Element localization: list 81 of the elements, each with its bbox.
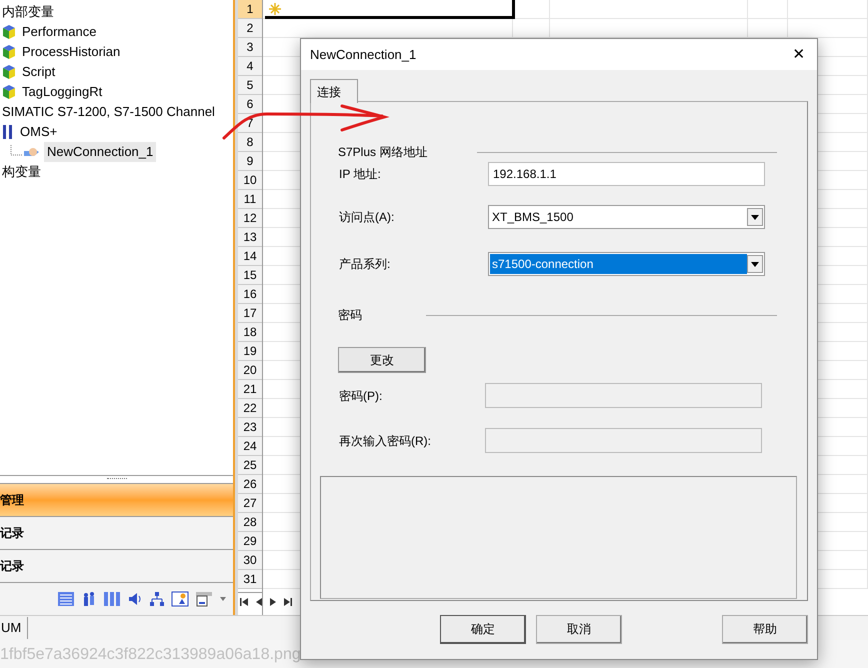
row-number[interactable]: 20 — [238, 361, 262, 380]
row-number[interactable]: 27 — [238, 494, 262, 513]
caret-icon — [751, 214, 759, 220]
cube-icon — [2, 84, 16, 100]
window-title: NewConnection_1 — [310, 46, 416, 64]
row-number[interactable]: 22 — [238, 399, 262, 418]
nav-section[interactable]: 管理 — [0, 483, 233, 516]
row-number[interactable]: 29 — [238, 532, 262, 551]
tree-item[interactable]: TagLoggingRt — [22, 82, 102, 102]
row-number[interactable]: 13 — [238, 228, 262, 247]
row-number[interactable]: 23 — [238, 418, 262, 437]
tree-item[interactable]: NewConnection_1 — [44, 142, 156, 162]
driver-icon — [2, 124, 14, 140]
row-number[interactable]: 30 — [238, 551, 262, 570]
row-number[interactable]: 17 — [238, 304, 262, 323]
cube-icon — [2, 64, 16, 80]
row-number[interactable]: 15 — [238, 266, 262, 285]
nav-section[interactable]: 记录 — [0, 516, 233, 549]
field-label: 访问点(A): — [338, 209, 396, 226]
binders-icon[interactable] — [103, 591, 121, 607]
row-number[interactable]: 14 — [238, 247, 262, 266]
tree-item[interactable]: Performance — [22, 22, 96, 42]
caret-icon[interactable] — [219, 596, 227, 602]
field-label: 产品系列: — [338, 256, 392, 273]
cube-icon — [2, 44, 16, 60]
last-icon[interactable] — [284, 597, 292, 607]
tree-item[interactable]: ProcessHistorian — [22, 42, 120, 62]
document-icon[interactable] — [195, 591, 213, 607]
row-number[interactable]: 1 — [238, 0, 262, 19]
speaker-icon[interactable] — [127, 591, 143, 607]
row-number[interactable]: 21 — [238, 380, 262, 399]
tree-heading: 内部变量 — [2, 3, 54, 21]
cube-icon — [2, 24, 16, 40]
row-number[interactable]: 9 — [238, 152, 262, 171]
row-number[interactable]: 18 — [238, 323, 262, 342]
row-number[interactable]: 25 — [238, 456, 262, 475]
tree-item[interactable]: OMS+ — [20, 122, 58, 142]
row-number[interactable]: 26 — [238, 475, 262, 494]
caret-icon — [751, 262, 759, 266]
row-number[interactable]: 28 — [238, 513, 262, 532]
group-label: S7Plus 网络地址 — [338, 144, 428, 161]
row-number[interactable]: 10 — [238, 171, 262, 190]
status-text: UM — [0, 617, 28, 639]
dialog-button[interactable]: 取消 — [536, 614, 622, 644]
sparkle-icon — [268, 2, 282, 16]
row-number[interactable]: 19 — [238, 342, 262, 361]
hierarchy-icon[interactable] — [149, 591, 165, 607]
row-number[interactable]: 8 — [238, 133, 262, 152]
dialog-button[interactable]: 确定 — [440, 614, 526, 644]
selected-cell[interactable] — [265, 0, 515, 19]
tree-item[interactable]: SIMATIC S7-1200, S7-1500 Channel — [2, 102, 215, 122]
field-label: IP 地址: — [338, 166, 382, 183]
dialog-button[interactable]: 帮助 — [722, 614, 808, 644]
input-field[interactable]: 192.168.1.1 — [488, 162, 765, 186]
row-number[interactable]: 11 — [238, 190, 262, 209]
row-number[interactable]: 16 — [238, 285, 262, 304]
dropdown[interactable]: s71500-connection — [488, 252, 765, 276]
previous-icon[interactable] — [256, 597, 262, 607]
row-number[interactable]: 31 — [238, 570, 262, 589]
nav-section[interactable]: 记录 — [0, 549, 233, 582]
row-number[interactable]: 4 — [238, 57, 262, 76]
row-number[interactable]: 24 — [238, 437, 262, 456]
dropdown[interactable]: XT_BMS_1500 — [488, 205, 765, 229]
field-label: 再次输入密码(R): — [338, 432, 432, 450]
row-number[interactable]: 12 — [238, 209, 262, 228]
field-label: 密码(P): — [338, 388, 384, 404]
tree-item[interactable]: Script — [22, 62, 56, 82]
users-icon[interactable] — [81, 591, 97, 607]
row-number[interactable]: 6 — [238, 95, 262, 114]
row-number[interactable]: 3 — [238, 38, 262, 57]
tab[interactable]: 连接 — [310, 79, 358, 103]
table-icon[interactable] — [57, 591, 75, 607]
row-number[interactable]: 5 — [238, 76, 262, 95]
first-icon[interactable] — [240, 597, 248, 607]
next-icon[interactable] — [270, 597, 276, 607]
row-number[interactable]: 2 — [238, 19, 262, 38]
change-button[interactable]: 更改 — [338, 347, 426, 373]
tree-item[interactable]: 构变量 — [2, 162, 41, 182]
close-button[interactable]: ✕ — [789, 44, 809, 64]
report-icon[interactable] — [171, 591, 189, 607]
group-label: 密码 — [338, 307, 362, 324]
